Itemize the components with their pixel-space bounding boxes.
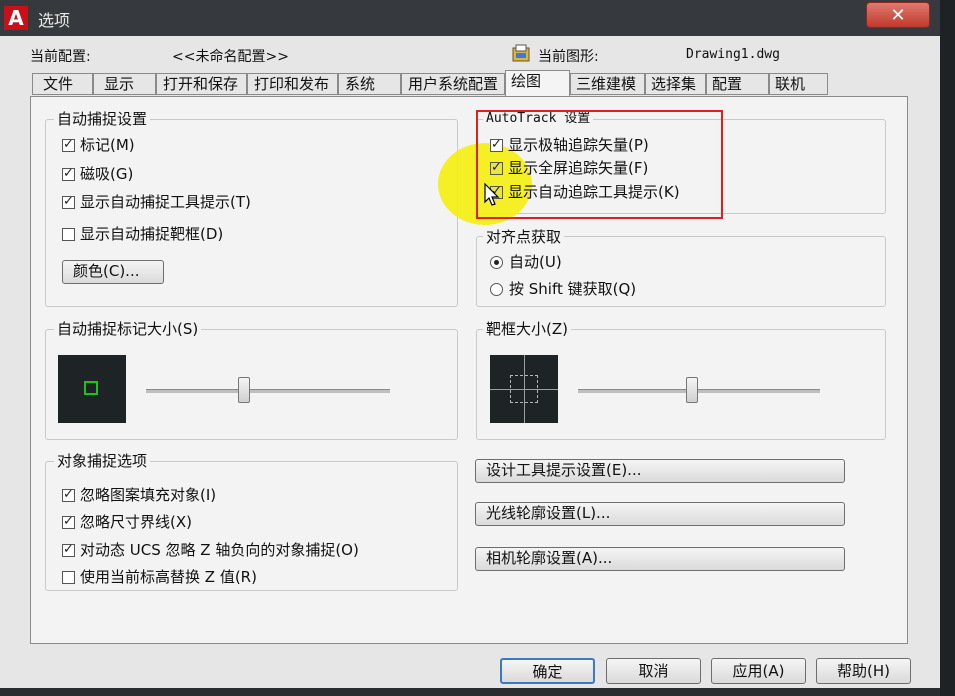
radio-icon[interactable] (490, 282, 503, 296)
autosnap-settings-title: 自动捕捉设置 (54, 110, 151, 128)
aperture-size-slider-track[interactable] (578, 389, 820, 393)
cancel-button[interactable]: 取消 (606, 658, 701, 684)
checkbox-autosnap-aperture-label: 显示自动捕捉靶框(D) (80, 225, 224, 243)
radio-shift-acquire[interactable]: 按 Shift 键获取(Q) (490, 280, 636, 298)
checkbox-ignore-hatch[interactable]: 忽略图案填充对象(I) (62, 486, 216, 504)
checkbox-ignore-negative-z-label: 对动态 UCS 忽略 Z 轴负向的对象捕捉(O) (80, 541, 359, 559)
checkbox-marker-label: 标记(M) (80, 136, 135, 154)
drawing-file-icon (512, 44, 530, 62)
checkbox-icon[interactable] (62, 541, 75, 559)
checkbox-replace-z-elevation[interactable]: 使用当前标高替换 Z 值(R) (62, 568, 257, 586)
aperture-size-title: 靶框大小(Z) (483, 320, 571, 338)
mouse-cursor-icon (484, 182, 500, 211)
tab-plot-publish[interactable]: 打印和发布 (247, 73, 338, 95)
lights-glyph-settings-button[interactable]: 光线轮廓设置(L)... (475, 502, 845, 526)
marker-size-slider-track[interactable] (146, 389, 390, 393)
window-title: 选项 (38, 11, 71, 30)
close-icon: ✕ (890, 5, 906, 26)
current-drawing-label: 当前图形: (538, 49, 599, 65)
checkbox-magnet[interactable]: 磁吸(G) (62, 165, 133, 183)
current-profile-label: 当前配置: (30, 49, 91, 65)
checkbox-icon[interactable] (62, 136, 75, 154)
aperture-size-slider-thumb[interactable] (685, 377, 698, 403)
color-button[interactable]: 颜色(C)... (62, 260, 164, 284)
marker-size-title: 自动捕捉标记大小(S) (54, 320, 202, 338)
ok-button[interactable]: 确定 (500, 658, 595, 684)
radio-shift-acquire-label: 按 Shift 键获取(Q) (509, 280, 637, 298)
checkbox-replace-z-elevation-label: 使用当前标高替换 Z 值(R) (80, 568, 257, 586)
checkbox-icon[interactable] (62, 193, 75, 211)
radio-automatic-label: 自动(U) (509, 253, 562, 271)
tab-files[interactable]: 文件 (32, 73, 93, 95)
tab-system[interactable]: 系统 (338, 73, 401, 95)
cameras-glyph-settings-button[interactable]: 相机轮廓设置(A)... (475, 547, 845, 571)
tooltip-settings-button[interactable]: 设计工具提示设置(E)... (475, 459, 845, 483)
checkbox-magnet-label: 磁吸(G) (80, 165, 134, 183)
radio-icon[interactable] (490, 255, 503, 269)
tab-online[interactable]: 联机 (769, 73, 828, 95)
checkbox-marker[interactable]: 标记(M) (62, 136, 135, 154)
checkbox-icon[interactable] (62, 227, 75, 241)
title-bar (0, 0, 940, 36)
checkbox-icon[interactable] (62, 570, 75, 584)
window-edge (940, 0, 955, 696)
checkbox-ignore-negative-z[interactable]: 对动态 UCS 忽略 Z 轴负向的对象捕捉(O) (62, 541, 359, 559)
tab-selection[interactable]: 选择集 (645, 73, 706, 95)
close-button[interactable]: ✕ (866, 2, 930, 28)
checkbox-icon[interactable] (62, 165, 75, 183)
window-bottom-edge (0, 688, 940, 696)
autocad-logo-icon: A (4, 6, 28, 30)
tab-display[interactable]: 显示 (93, 73, 156, 95)
alignment-acquisition-title: 对齐点获取 (483, 228, 565, 246)
checkbox-icon[interactable] (62, 486, 75, 504)
aperture-box-icon (510, 375, 538, 403)
tab-drafting[interactable]: 绘图 (505, 70, 570, 97)
radio-automatic[interactable]: 自动(U) (490, 253, 562, 271)
apply-button[interactable]: 应用(A) (711, 658, 806, 684)
tab-open-save[interactable]: 打开和保存 (156, 73, 247, 95)
current-profile-value: <<未命名配置>> (172, 49, 289, 65)
tab-3d-modeling[interactable]: 三维建模 (570, 73, 645, 95)
checkbox-ignore-hatch-label: 忽略图案填充对象(I) (80, 486, 217, 504)
tab-user-preferences[interactable]: 用户系统配置 (401, 73, 505, 95)
checkbox-ignore-dimension-lines-label: 忽略尺寸界线(X) (80, 513, 192, 531)
help-button[interactable]: 帮助(H) (816, 658, 911, 684)
snap-marker-icon (84, 381, 98, 395)
marker-size-slider-thumb[interactable] (237, 377, 250, 403)
current-drawing-value: Drawing1.dwg (686, 47, 780, 62)
checkbox-autosnap-tooltip[interactable]: 显示自动捕捉工具提示(T) (62, 193, 251, 211)
annotation-highlight-box (476, 110, 723, 219)
checkbox-autosnap-aperture[interactable]: 显示自动捕捉靶框(D) (62, 225, 223, 243)
object-snap-options-title: 对象捕捉选项 (54, 452, 151, 470)
checkbox-icon[interactable] (62, 513, 75, 531)
checkbox-ignore-dimension-lines[interactable]: 忽略尺寸界线(X) (62, 513, 192, 531)
checkbox-autosnap-tooltip-label: 显示自动捕捉工具提示(T) (80, 193, 251, 211)
tab-profiles[interactable]: 配置 (706, 73, 769, 95)
